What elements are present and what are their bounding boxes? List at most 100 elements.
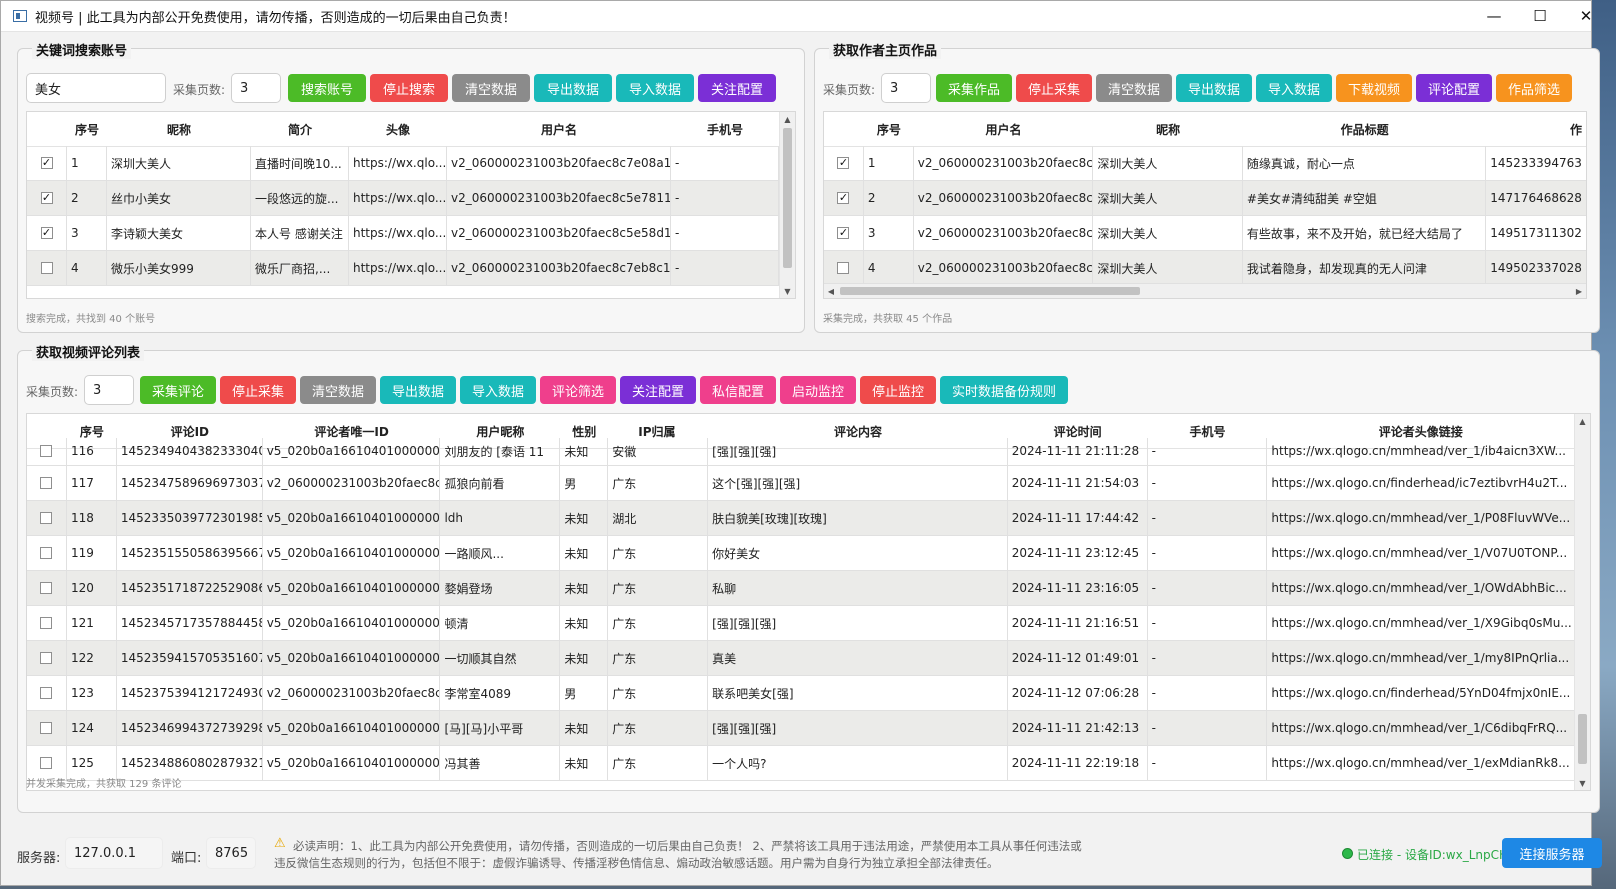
scroll-thumb[interactable] — [1578, 714, 1587, 764]
pages-input[interactable]: 3 — [231, 73, 281, 103]
connect-server-button[interactable]: 连接服务器 — [1502, 838, 1602, 868]
table-row[interactable]: ✓ 2 v2_060000231003b20faec8c... 深圳大美人 #美… — [824, 181, 1586, 216]
table-row[interactable]: 124 14523469943727392987 v5_020b0a16610401… — [27, 711, 1574, 746]
row-checkbox[interactable] — [40, 262, 53, 274]
cell-phone: - — [1148, 536, 1268, 570]
import-data-button[interactable]: 导入数据 — [1256, 74, 1332, 102]
table-row[interactable]: 122 14523594157053516078 v5_020b0a16610401… — [27, 641, 1574, 676]
export-data-button[interactable]: 导出数据 — [1176, 74, 1252, 102]
cell-work-title: 我试着隐身，却发现真的无人问津 — [1243, 251, 1487, 284]
export-data-button[interactable]: 导出数据 — [380, 376, 456, 404]
table-row[interactable]: 119 14523515505863956678 v5_020b0a16610401… — [27, 536, 1574, 571]
table-row[interactable]: ✓ 3 v2_060000231003b20faec8c... 深圳大美人 有些… — [824, 216, 1586, 251]
row-checkbox[interactable] — [40, 722, 53, 734]
backup-rules-button[interactable]: 实时数据备份规则 — [940, 376, 1068, 404]
cell-nick: 刘朋友的 [泰语 11 — [440, 438, 561, 465]
table-row[interactable]: 125 14523488608028793211 v5_020b0a16610401… — [27, 746, 1574, 781]
column-header: 手机号 — [706, 122, 743, 137]
pages-input[interactable]: 3 — [881, 73, 931, 103]
pages-input[interactable]: 3 — [84, 375, 134, 405]
row-checkbox[interactable] — [40, 617, 53, 629]
cell-nick: 冯其善 — [440, 746, 561, 780]
table-row[interactable]: ✓ 1 深圳大美人 直播时间晚10... https://wx.qlo... v… — [27, 146, 779, 181]
row-checkbox[interactable] — [837, 262, 850, 274]
works-filter-button[interactable]: 作品筛选 — [1496, 74, 1572, 102]
scroll-right-icon[interactable]: ▶ — [1572, 284, 1586, 298]
import-data-button[interactable]: 导入数据 — [460, 376, 536, 404]
collect-comments-button[interactable]: 采集评论 — [140, 376, 216, 404]
close-icon[interactable]: ✕ — [1563, 1, 1609, 31]
comment-config-button[interactable]: 评论配置 — [1416, 74, 1492, 102]
stop-collect-button[interactable]: 停止采集 — [220, 376, 296, 404]
cell-ip: 广东 — [608, 606, 709, 640]
row-checkbox[interactable] — [40, 445, 53, 457]
import-data-button[interactable]: 导入数据 — [616, 74, 694, 102]
port-input[interactable]: 8765 — [206, 837, 256, 869]
horizontal-scrollbar[interactable]: ◀ ▶ — [824, 283, 1586, 298]
table-row[interactable]: 123 14523753941217249305 v2_060000231003b2… — [27, 676, 1574, 711]
cell-no: 117 — [67, 466, 117, 500]
stop-monitor-button[interactable]: 停止监控 — [860, 376, 936, 404]
scroll-down-icon[interactable]: ▼ — [1575, 776, 1590, 790]
cell-gender: 男 — [560, 466, 609, 500]
row-checkbox[interactable]: ✓ — [40, 192, 53, 204]
cell-user-uid: v5_020b0a16610401000000... — [263, 746, 441, 780]
scroll-thumb[interactable] — [783, 128, 792, 268]
column-header: 昵称 — [166, 122, 191, 137]
row-checkbox[interactable] — [40, 512, 53, 524]
table-row[interactable]: 117 14523475896969730372 v2_060000231003b2… — [27, 466, 1574, 501]
scroll-down-icon[interactable]: ▼ — [780, 284, 795, 298]
minimize-icon[interactable]: — — [1471, 1, 1517, 31]
vertical-scrollbar[interactable]: ▲ ▼ — [779, 112, 795, 298]
cell-no: 1 — [864, 146, 914, 180]
message-config-button[interactable]: 私信配置 — [700, 376, 776, 404]
server-input[interactable]: 127.0.0.1 — [65, 837, 163, 869]
row-checkbox[interactable] — [40, 687, 53, 699]
row-checkbox[interactable] — [40, 652, 53, 664]
row-checkbox[interactable]: ✓ — [837, 192, 850, 204]
row-checkbox[interactable]: ✓ — [837, 227, 850, 239]
table-row[interactable]: ✓ 3 李诗颖大美女 本人号 感谢关注 https://wx.qlo... v2… — [27, 216, 779, 251]
export-data-button[interactable]: 导出数据 — [534, 74, 612, 102]
clear-data-button[interactable]: 清空数据 — [300, 376, 376, 404]
scroll-up-icon[interactable]: ▲ — [1575, 414, 1590, 428]
vertical-scrollbar[interactable]: ▲ ▼ — [1574, 414, 1590, 790]
column-header: 序号 — [876, 122, 901, 137]
table-row[interactable]: ✓ 2 丝巾小美女 一段悠远的旋... https://wx.qlo... v2… — [27, 181, 779, 216]
keyword-input[interactable]: 美女 — [26, 73, 166, 103]
search-account-button[interactable]: 搜索账号 — [288, 74, 366, 102]
table-row[interactable]: 121 14523457173578844587 v5_020b0a16610401… — [27, 606, 1574, 641]
row-checkbox[interactable]: ✓ — [40, 227, 53, 239]
row-checkbox[interactable] — [40, 757, 53, 769]
cell-gender: 男 — [560, 676, 609, 710]
cell-comment-id: 14523753941217249305 — [117, 676, 263, 710]
table-row[interactable]: 118 14523350397723019859 v5_020b0a16610401… — [27, 501, 1574, 536]
row-checkbox[interactable]: ✓ — [837, 157, 850, 169]
table-row[interactable]: ✓ 1 v2_060000231003b20faec8c... 深圳大美人 随缘… — [824, 146, 1586, 181]
row-checkbox[interactable] — [40, 477, 53, 489]
clear-data-button[interactable]: 清空数据 — [452, 74, 530, 102]
cell-comment-id: 14523517187225290862 — [117, 571, 263, 605]
scroll-up-icon[interactable]: ▲ — [780, 112, 795, 126]
start-monitor-button[interactable]: 启动监控 — [780, 376, 856, 404]
scroll-thumb[interactable] — [840, 287, 1140, 295]
table-row[interactable]: 4 微乐小美女999 微乐厂商招,... https://wx.qlo... v… — [27, 251, 779, 286]
collect-works-button[interactable]: 采集作品 — [936, 74, 1012, 102]
cell-no: 3 — [67, 216, 107, 250]
download-video-button[interactable]: 下载视频 — [1336, 74, 1412, 102]
row-checkbox[interactable] — [40, 582, 53, 594]
stop-collect-button[interactable]: 停止采集 — [1016, 74, 1092, 102]
follow-config-button[interactable]: 关注配置 — [698, 74, 776, 102]
comment-filter-button[interactable]: 评论筛选 — [540, 376, 616, 404]
table-row[interactable]: 120 14523517187225290862 v5_020b0a16610401… — [27, 571, 1574, 606]
maximize-icon[interactable]: ☐ — [1517, 1, 1563, 31]
row-checkbox[interactable]: ✓ — [40, 157, 53, 169]
scroll-left-icon[interactable]: ◀ — [824, 284, 838, 298]
table-row[interactable]: 116 14523494043823330400 v5_020b0a166104… — [27, 438, 1574, 466]
checkbox-cell — [27, 571, 67, 605]
follow-config-button[interactable]: 关注配置 — [620, 376, 696, 404]
stop-search-button[interactable]: 停止搜索 — [370, 74, 448, 102]
table-row[interactable]: 4 v2_060000231003b20faec8c... 深圳大美人 我试着隐… — [824, 251, 1586, 284]
row-checkbox[interactable] — [40, 547, 53, 559]
clear-data-button[interactable]: 清空数据 — [1096, 74, 1172, 102]
